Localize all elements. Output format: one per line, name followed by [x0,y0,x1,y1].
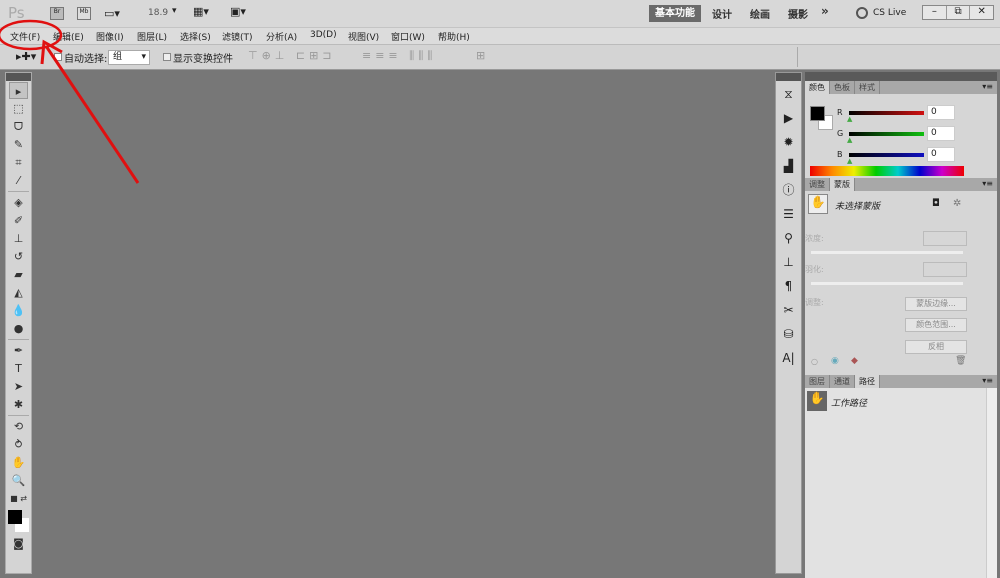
annotation-arrow [44,45,140,184]
red-annotation [0,19,140,184]
